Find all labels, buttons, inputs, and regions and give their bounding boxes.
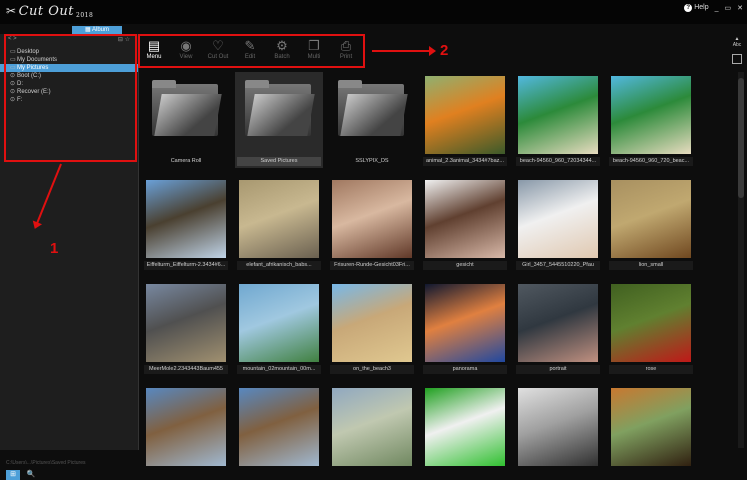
help-button[interactable]: ? Help [684, 4, 709, 12]
window-controls: ? Help _ ▭ ✕ [684, 4, 743, 12]
text-view-button[interactable]: Abc [730, 42, 744, 48]
thumbnail-image [239, 180, 319, 258]
thumbnail-image [425, 76, 505, 154]
thumbnail-image [518, 180, 598, 258]
thumbnail-image [239, 284, 319, 362]
grid-view-button[interactable]: ⊞ [6, 470, 20, 480]
thumbnail-caption: rose [609, 365, 693, 374]
annotation-box-1 [4, 34, 137, 162]
thumbnail-image [611, 180, 691, 258]
thumbnail-caption: lion_small [609, 261, 693, 270]
thumbnail-caption: Saved Pictures [237, 157, 321, 166]
photo-thumbnail[interactable] [421, 384, 509, 480]
thumbnail-image [611, 284, 691, 362]
folder-item[interactable]: SSLYPIX_DS [328, 72, 416, 168]
folder-icon [338, 80, 408, 136]
thumbnail-image [518, 76, 598, 154]
thumbnail-caption: gesicht [423, 261, 507, 270]
photo-thumbnail[interactable]: on_the_beach3 [328, 280, 416, 376]
photo-thumbnail[interactable]: Frisuren-Runde-Gesicht03Fri... [328, 176, 416, 272]
thumbnail-caption: beach-94560_960_720_beac... [609, 157, 693, 166]
photo-thumbnail[interactable]: Eiffelturm_Eiffelturm-2.3434#6... [142, 176, 230, 272]
scrollbar[interactable] [738, 72, 744, 448]
scissors-icon: ✂ [6, 4, 17, 18]
grid-icon[interactable] [732, 54, 742, 64]
thumbnail-caption: beach-94560_960_72034344... [516, 157, 600, 166]
thumbnail-caption: MeerMole2.2343443Baum455 [144, 365, 228, 374]
thumbnail-caption: animal_2.3animal_3434#7baz... [423, 157, 507, 166]
photo-thumbnail[interactable]: gesicht [421, 176, 509, 272]
album-icon: ▦ [84, 27, 92, 33]
thumbnail-image [332, 388, 412, 466]
right-panel: ▲ Abc [730, 36, 744, 64]
photo-thumbnail[interactable] [328, 384, 416, 480]
thumbnail-image [332, 284, 412, 362]
minimize-button[interactable]: _ [715, 5, 719, 12]
folder-icon [245, 80, 315, 136]
thumbnail-caption: elefant_afrikanisch_babs... [237, 261, 321, 270]
thumbnail-caption: SSLYPIX_DS [355, 158, 389, 164]
thumbnail-caption: Eiffelturm_Eiffelturm-2.3434#6... [144, 261, 228, 270]
thumbnail-image [425, 180, 505, 258]
thumbnail-caption: Frisuren-Runde-Gesicht03Fri... [330, 261, 414, 270]
scrollbar-thumb[interactable] [738, 78, 744, 198]
thumbnail-image [518, 284, 598, 362]
photo-thumbnail[interactable]: animal_2.3animal_3434#7baz... [421, 72, 509, 168]
thumbnail-image [611, 76, 691, 154]
annotation-box-2 [138, 34, 365, 68]
photo-thumbnail[interactable]: elefant_afrikanisch_babs... [235, 176, 323, 272]
thumbnail-image [332, 180, 412, 258]
thumbnail-caption: panorama [423, 365, 507, 374]
restore-button[interactable]: ▭ [725, 4, 732, 12]
folder-icon [152, 80, 222, 136]
thumbnail-caption: Girl_3457_5445510220_Pfau [516, 261, 600, 270]
thumbnail-grid: Camera Roll Saved Pictures SSLYPIX_DS anima… [138, 72, 738, 466]
sidebar-bottom-buttons: ⊞ 🔍 [6, 470, 38, 480]
photo-thumbnail[interactable] [514, 384, 602, 480]
photo-thumbnail[interactable]: MeerMole2.2343443Baum455 [142, 280, 230, 376]
folder-item[interactable]: Camera Roll [142, 72, 230, 168]
photo-thumbnail[interactable] [235, 384, 323, 480]
search-button[interactable]: 🔍 [24, 470, 38, 480]
photo-thumbnail[interactable]: lion_small [607, 176, 695, 272]
thumbnail-image [425, 284, 505, 362]
photo-thumbnail[interactable]: beach-94560_960_72034344... [514, 72, 602, 168]
photo-thumbnail[interactable] [607, 384, 695, 480]
app-logo: ✂ Cut Out 2018 [6, 4, 94, 19]
thumbnail-image [425, 388, 505, 466]
thumbnail-caption: portrait [516, 365, 600, 374]
thumbnail-caption: on_the_beach3 [330, 365, 414, 374]
photo-thumbnail[interactable]: rose [607, 280, 695, 376]
photo-thumbnail[interactable]: beach-94560_960_720_beac... [607, 72, 695, 168]
thumbnail-image [146, 284, 226, 362]
annotation-number-1: 1 [50, 240, 59, 257]
thumbnail-image [239, 388, 319, 466]
close-button[interactable]: ✕ [737, 4, 743, 12]
thumbnail-image [146, 180, 226, 258]
thumbnail-image [611, 388, 691, 466]
title-bar: ✂ Cut Out 2018 ? Help _ ▭ ✕ [0, 0, 747, 24]
photo-thumbnail[interactable]: mountain_02mountain_00m... [235, 280, 323, 376]
folder-item[interactable]: Saved Pictures [235, 72, 323, 168]
annotation-number-2: 2 [440, 42, 449, 59]
photo-thumbnail[interactable]: Girl_3457_5445510220_Pfau [514, 176, 602, 272]
thumbnail-caption: mountain_02mountain_00m... [237, 365, 321, 374]
thumbnail-image [518, 388, 598, 466]
annotation-arrow-2 [372, 46, 436, 56]
photo-thumbnail[interactable] [142, 384, 230, 480]
thumbnail-caption: Camera Roll [170, 158, 202, 164]
photo-thumbnail[interactable]: portrait [514, 280, 602, 376]
photo-thumbnail[interactable]: panorama [421, 280, 509, 376]
status-path: C:\Users\...\Pictures\Saved Pictures [6, 460, 86, 466]
help-icon: ? [684, 4, 693, 12]
thumbnail-image [146, 388, 226, 466]
